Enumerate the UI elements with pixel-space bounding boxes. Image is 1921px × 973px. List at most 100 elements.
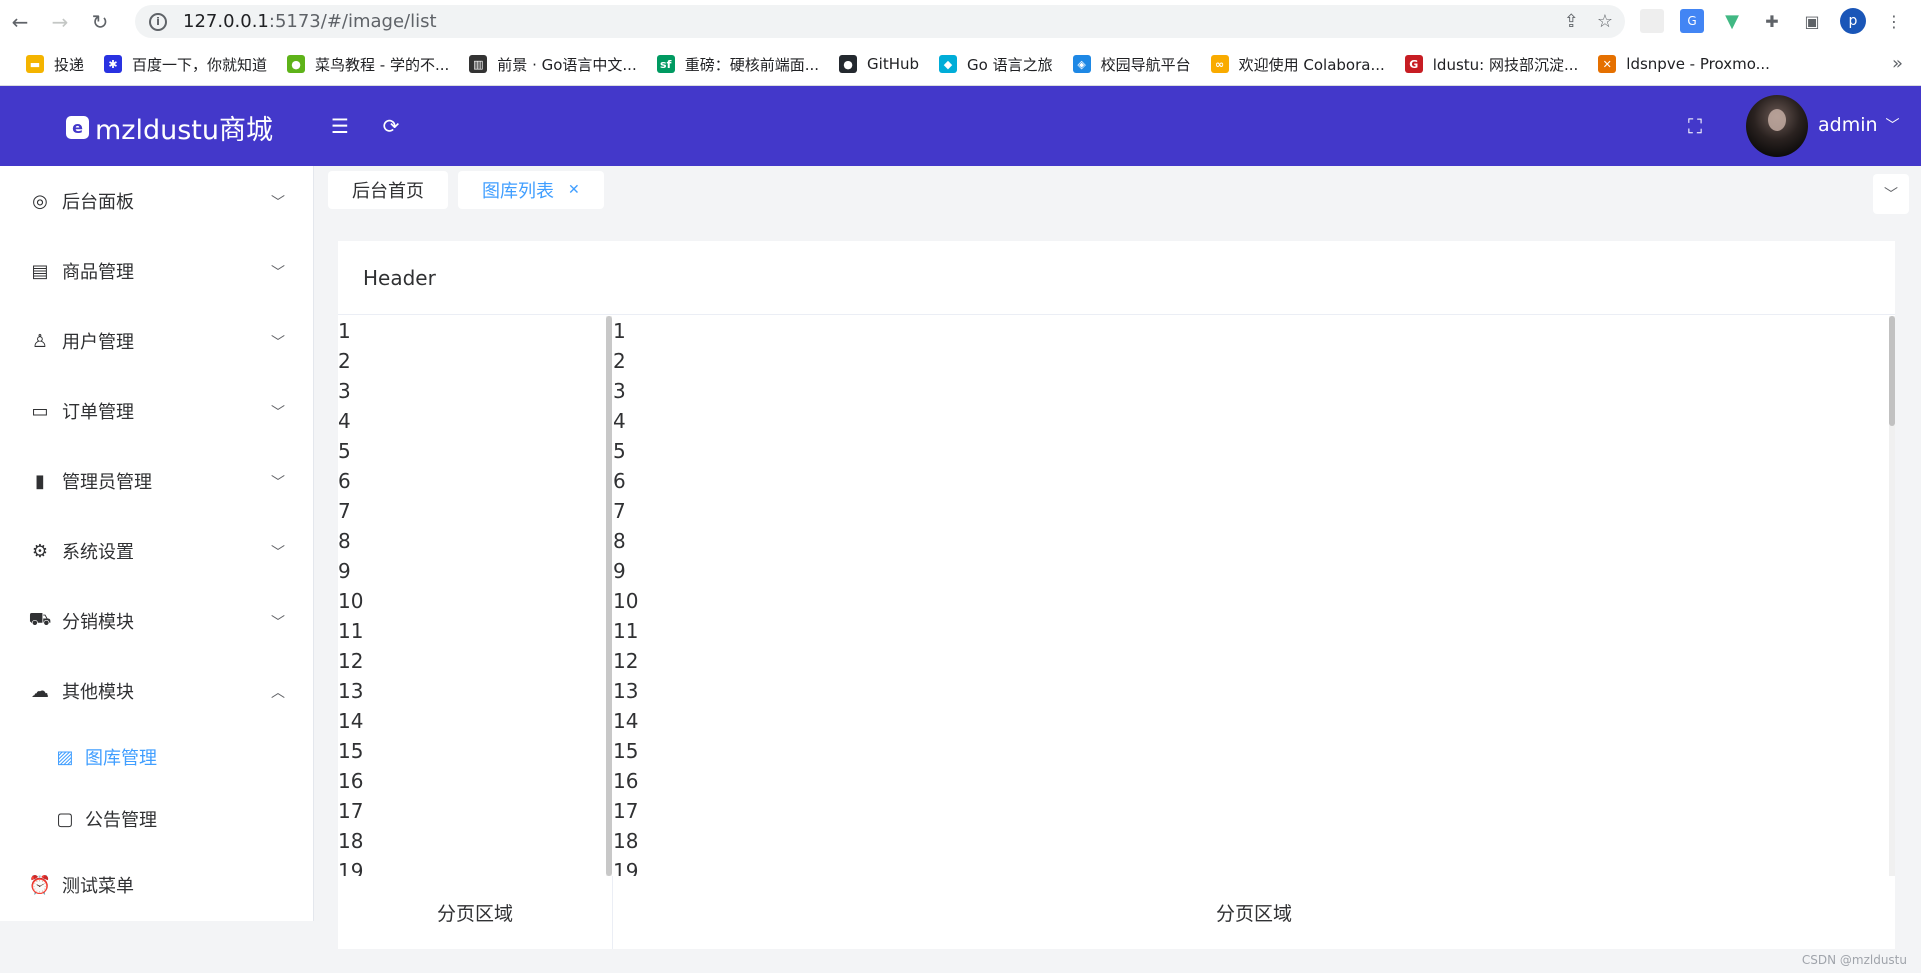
- sf-icon: sf: [656, 55, 675, 73]
- list-item: 11: [613, 619, 639, 643]
- list-item: 17: [613, 799, 639, 823]
- content-card: Header 1 2 3 4 5 6 7 8 9 10 11 12 13 14 15 16 17 18 19 123…: [338, 241, 1895, 949]
- sidebar-item[interactable]: ▮ 管理员管理 ﹀: [0, 446, 313, 516]
- list-item: 2: [613, 349, 626, 373]
- main-scrollbar[interactable]: [1889, 316, 1895, 876]
- avatar[interactable]: [1746, 95, 1808, 157]
- bookmark-item[interactable]: ▬ 投递: [16, 49, 94, 79]
- vue-devtools-icon[interactable]: ▼: [1720, 9, 1744, 33]
- pagination-area-left: 分页区域: [338, 876, 613, 949]
- fold-menu-icon[interactable]: ☰: [327, 113, 353, 139]
- username: admin: [1818, 114, 1878, 136]
- sidebar-item[interactable]: ◎ 后台面板 ﹀: [0, 166, 313, 236]
- list-item: 3: [338, 379, 351, 403]
- forward-icon[interactable]: →: [40, 0, 80, 43]
- extension-placeholder-icon[interactable]: [1640, 9, 1664, 33]
- bookmark-item[interactable]: ◈ 校园导航平台: [1063, 49, 1201, 79]
- user-dropdown[interactable]: admin ﹀: [1818, 114, 1900, 136]
- bookmark-label: 前景 · Go语言中文...: [497, 55, 637, 74]
- list-item: 5: [613, 439, 626, 463]
- bookmark-label: GitHub: [867, 55, 920, 73]
- folder-icon: ▬: [26, 55, 44, 73]
- side-panel-icon[interactable]: ▣: [1800, 9, 1824, 33]
- bookmark-item[interactable]: ▥ 前景 · Go语言中文...: [459, 49, 646, 79]
- fullscreen-icon[interactable]: ⛶: [1682, 113, 1708, 139]
- left-scrollbar-thumb[interactable]: [606, 316, 612, 876]
- list-item: 7: [613, 499, 626, 523]
- site-info-icon[interactable]: i: [149, 12, 167, 31]
- sidebar-item-label: 管理员管理: [62, 472, 152, 493]
- bookmarks-bar: ▬ 投递 ✱ 百度一下，你就知道 ● 菜鸟教程 - 学的不... ▥ 前景 · Go语言中文.…: [0, 43, 1921, 86]
- puzzle-icon[interactable]: ✚: [1760, 9, 1784, 33]
- cart-icon: ⛟: [28, 609, 52, 630]
- bookmark-item[interactable]: ● GitHub: [829, 49, 929, 79]
- list-item: 9: [613, 559, 626, 583]
- chevron-down-icon: ﹀: [271, 545, 285, 561]
- gitee-icon: G: [1404, 55, 1423, 73]
- tab-home[interactable]: 后台首页: [328, 171, 448, 209]
- sidebar-item-label: 后台面板: [62, 192, 134, 213]
- list-item: 12: [613, 649, 639, 673]
- list-item: 4: [338, 409, 351, 433]
- sidebar-item[interactable]: ⛟ 分销模块 ﹀: [0, 586, 313, 656]
- bookmark-item[interactable]: ● 菜鸟教程 - 学的不...: [277, 49, 459, 79]
- list-item: 2: [338, 349, 351, 373]
- left-aside-pane[interactable]: 1 2 3 4 5 6 7 8 9 10 11 12 13 14 15 16 17 18 19: [338, 316, 610, 876]
- list-item: 19: [613, 859, 639, 876]
- app-header: e mzldustu商城 ☰ ⟳ ⛶ admin ﹀: [0, 86, 1921, 166]
- inbox-icon: ▭: [31, 400, 49, 422]
- sidebar-item[interactable]: ☁ 其他模块 ︿: [0, 656, 313, 726]
- sidebar-item-label: 用户管理: [62, 332, 134, 353]
- bookmark-item[interactable]: ◆ Go 语言之旅: [929, 49, 1063, 79]
- sidebar-item[interactable]: ⚙ 系统设置 ﹀: [0, 516, 313, 586]
- sidebar-item-label: 图库管理: [85, 748, 157, 769]
- list-item: 10: [613, 589, 639, 613]
- refresh-icon[interactable]: ⟳: [378, 113, 404, 139]
- list-item: 8: [338, 529, 351, 553]
- tab-menu-dropdown[interactable]: ﹀: [1873, 174, 1909, 214]
- submenu-item[interactable]: ▢ 公告管理: [0, 788, 313, 850]
- tab-image-list[interactable]: 图库列表 ✕: [458, 171, 604, 209]
- left-scrollbar[interactable]: [606, 316, 612, 876]
- share-icon[interactable]: ⇪: [1564, 11, 1579, 32]
- more-vertical-icon[interactable]: ⋮: [1882, 9, 1906, 33]
- bookmark-item[interactable]: sf 重磅：硬核前端面...: [647, 49, 829, 79]
- bookmark-item[interactable]: ∞ 欢迎使用 Colabora...: [1201, 49, 1395, 79]
- main-pane[interactable]: 1 2 3 4 5 6 7 8 9 10 11 12 13 14 15 16 17 18 19: [613, 316, 1895, 876]
- main-scrollbar-thumb[interactable]: [1889, 316, 1895, 426]
- picture-icon: ▨: [56, 746, 74, 768]
- bookmark-item[interactable]: ✱ 百度一下，你就知道: [94, 49, 277, 79]
- bookmark-label: ldustu: 网技部沉淀...: [1432, 55, 1579, 74]
- logo-icon: e: [66, 116, 89, 139]
- chevron-down-icon: ﹀: [271, 265, 285, 281]
- list-item: 9: [338, 559, 351, 583]
- bookmark-item[interactable]: Gldustu: 网技部沉淀...: [1395, 49, 1589, 79]
- alarm-clock-icon: ⏰: [28, 874, 52, 896]
- translate-icon[interactable]: G: [1680, 9, 1704, 33]
- reload-icon[interactable]: ↻: [80, 0, 120, 43]
- list-item: 19: [338, 859, 364, 876]
- bookmark-star-icon[interactable]: ☆: [1597, 11, 1613, 32]
- bookmark-label: Go 语言之旅: [967, 55, 1053, 74]
- url-bar[interactable]: i 127.0.0.1:5173/#/image/list ⇪ ☆: [135, 5, 1625, 38]
- back-icon[interactable]: ←: [0, 0, 40, 43]
- close-icon[interactable]: ✕: [568, 182, 580, 198]
- list-item: 10: [338, 589, 364, 613]
- sidebar-item[interactable]: ⏰ 测试菜单: [0, 850, 313, 920]
- sidebar-item[interactable]: ▭ 订单管理 ﹀: [0, 376, 313, 446]
- list-item: 18: [338, 829, 364, 853]
- more-bookmarks-icon[interactable]: »: [1892, 53, 1903, 74]
- profile-avatar[interactable]: p: [1840, 8, 1866, 34]
- notice-icon: ▢: [56, 808, 74, 830]
- sidebar-item[interactable]: ▤ 商品管理 ﹀: [0, 236, 313, 306]
- list-item: 8: [613, 529, 626, 553]
- bookmark-item[interactable]: ✕ ldsnpve - Proxmo...: [1588, 49, 1780, 79]
- list-item: 16: [613, 769, 639, 793]
- list-item: 7: [338, 499, 351, 523]
- submenu-item[interactable]: ▨ 图库管理: [0, 726, 313, 788]
- pagination-area-right: 分页区域: [1215, 903, 1292, 925]
- chevron-down-icon: ﹀: [271, 195, 285, 211]
- tab-label: 后台首页: [352, 181, 424, 202]
- logo[interactable]: e mzldustu商城: [66, 108, 273, 147]
- sidebar-item[interactable]: ♙ 用户管理 ﹀: [0, 306, 313, 376]
